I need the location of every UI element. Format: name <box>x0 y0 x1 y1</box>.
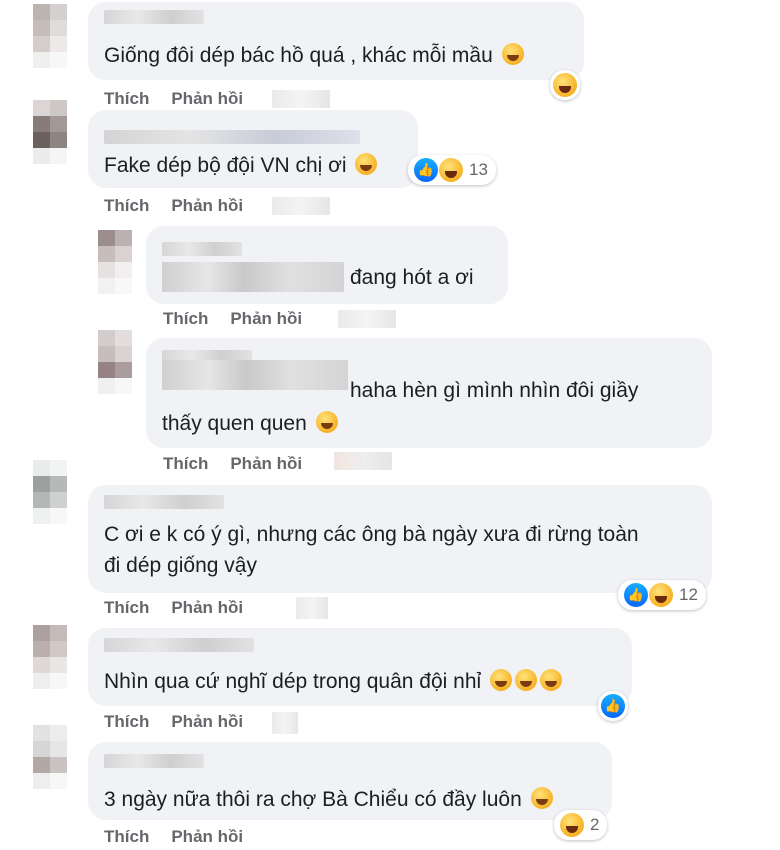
timestamp-blurred <box>272 197 330 215</box>
timestamp-blurred <box>272 712 298 734</box>
haha-icon <box>439 158 463 182</box>
reply-button[interactable]: Phản hồi <box>171 827 243 846</box>
like-button[interactable]: Thích <box>104 598 149 617</box>
reply-bubble: haha hèn gì mình nhìn đôi giầy thấy quen… <box>146 338 712 448</box>
comment-text: đang hót a ơi <box>350 266 474 289</box>
reaction-summary[interactable]: 👍 13 <box>408 155 496 185</box>
avatar[interactable] <box>33 100 67 164</box>
like-button[interactable]: Thích <box>163 309 208 328</box>
comment-bubble: 3 ngày nữa thôi ra chợ Bà Chiểu có đầy l… <box>88 742 612 820</box>
timestamp-blurred <box>338 310 396 328</box>
comment-actions: Thích Phản hồi <box>104 827 265 847</box>
comment-bubble: C ơi e k có ý gì, nhưng các ông bà ngày … <box>88 485 712 593</box>
comment-bubble: Fake dép bộ đội VN chị ơi <box>88 110 418 188</box>
avatar[interactable] <box>33 725 67 789</box>
comment-text: C ơi e k có ý gì, nhưng các ông bà ngày … <box>104 523 639 546</box>
like-reaction-icon: 👍 <box>601 694 625 718</box>
text-blurred <box>162 360 348 390</box>
comment-text: Fake dép bộ đội VN chị ơi <box>104 150 378 181</box>
comment-text: Giống đôi dép bác hồ quá , khác mỗi mầu <box>104 40 524 71</box>
reaction-summary[interactable] <box>550 70 580 100</box>
comment-text: 3 ngày nữa thôi ra chợ Bà Chiểu có đầy l… <box>104 784 553 815</box>
commenter-name-blurred <box>104 754 204 768</box>
rofl-face-icon <box>490 669 513 691</box>
avatar[interactable] <box>33 625 67 689</box>
tears-of-joy-face-icon <box>315 411 338 433</box>
commenter-name-blurred <box>104 10 204 24</box>
grinning-face-icon <box>530 787 553 809</box>
commenter-name-blurred <box>162 242 242 256</box>
haha-icon <box>553 73 577 97</box>
like-button[interactable]: Thích <box>104 827 149 846</box>
reaction-count: 12 <box>679 585 698 604</box>
haha-icon <box>560 813 584 837</box>
like-reaction-icon: 👍 <box>624 583 648 607</box>
comment-text-line2: thấy quen quen <box>162 408 338 439</box>
reply-bubble: đang hót a ơi <box>146 226 508 304</box>
reply-button[interactable]: Phản hồi <box>171 598 243 617</box>
reply-button[interactable]: Phản hồi <box>171 712 243 731</box>
comment-actions: Thích Phản hồi <box>104 712 265 732</box>
reaction-count: 13 <box>469 160 488 179</box>
avatar[interactable] <box>98 230 132 294</box>
timestamp-blurred <box>272 90 330 108</box>
like-button[interactable]: Thích <box>104 89 149 108</box>
reply-button[interactable]: Phản hồi <box>171 196 243 215</box>
like-button[interactable]: Thích <box>104 712 149 731</box>
like-reaction-icon: 👍 <box>414 158 438 182</box>
text-blurred <box>162 262 344 292</box>
comment-bubble: Giống đôi dép bác hồ quá , khác mỗi mầu <box>88 2 584 80</box>
reply-button[interactable]: Phản hồi <box>171 89 243 108</box>
comment-text-line2: đi dép giống vậy <box>104 554 257 577</box>
rofl-face-icon <box>515 669 538 691</box>
haha-icon <box>649 583 673 607</box>
timestamp-blurred <box>296 597 328 619</box>
comment-actions: Thích Phản hồi <box>163 454 324 474</box>
avatar[interactable] <box>33 4 67 68</box>
reaction-summary[interactable]: 2 <box>554 810 608 840</box>
like-button[interactable]: Thích <box>104 196 149 215</box>
comment-actions: Thích Phản hồi <box>163 309 324 329</box>
comment-bubble: Nhìn qua cứ nghĩ dép trong quân đội nhỉ <box>88 628 632 706</box>
avatar[interactable] <box>98 330 132 394</box>
reaction-count: 2 <box>590 815 600 834</box>
reply-button[interactable]: Phản hồi <box>230 454 302 473</box>
like-button[interactable]: Thích <box>163 454 208 473</box>
reaction-summary[interactable]: 👍 12 <box>618 580 706 610</box>
commenter-name-blurred <box>104 130 360 144</box>
comment-actions: Thích Phản hồi <box>104 89 265 109</box>
smiling-face-icon <box>501 43 524 65</box>
comment-actions: Thích Phản hồi <box>104 196 265 216</box>
rofl-face-icon <box>540 669 563 691</box>
timestamp-blurred <box>334 452 392 470</box>
commenter-name-blurred <box>104 495 224 509</box>
avatar[interactable] <box>33 460 67 524</box>
rofl-face-icon <box>355 153 378 175</box>
comment-text: haha hèn gì mình nhìn đôi giầy <box>350 379 639 402</box>
reply-button[interactable]: Phản hồi <box>230 309 302 328</box>
comment-actions: Thích Phản hồi <box>104 598 265 618</box>
commenter-name-blurred <box>104 638 254 652</box>
reaction-summary[interactable]: 👍 <box>598 691 628 721</box>
comment-text: Nhìn qua cứ nghĩ dép trong quân đội nhỉ <box>104 666 563 697</box>
